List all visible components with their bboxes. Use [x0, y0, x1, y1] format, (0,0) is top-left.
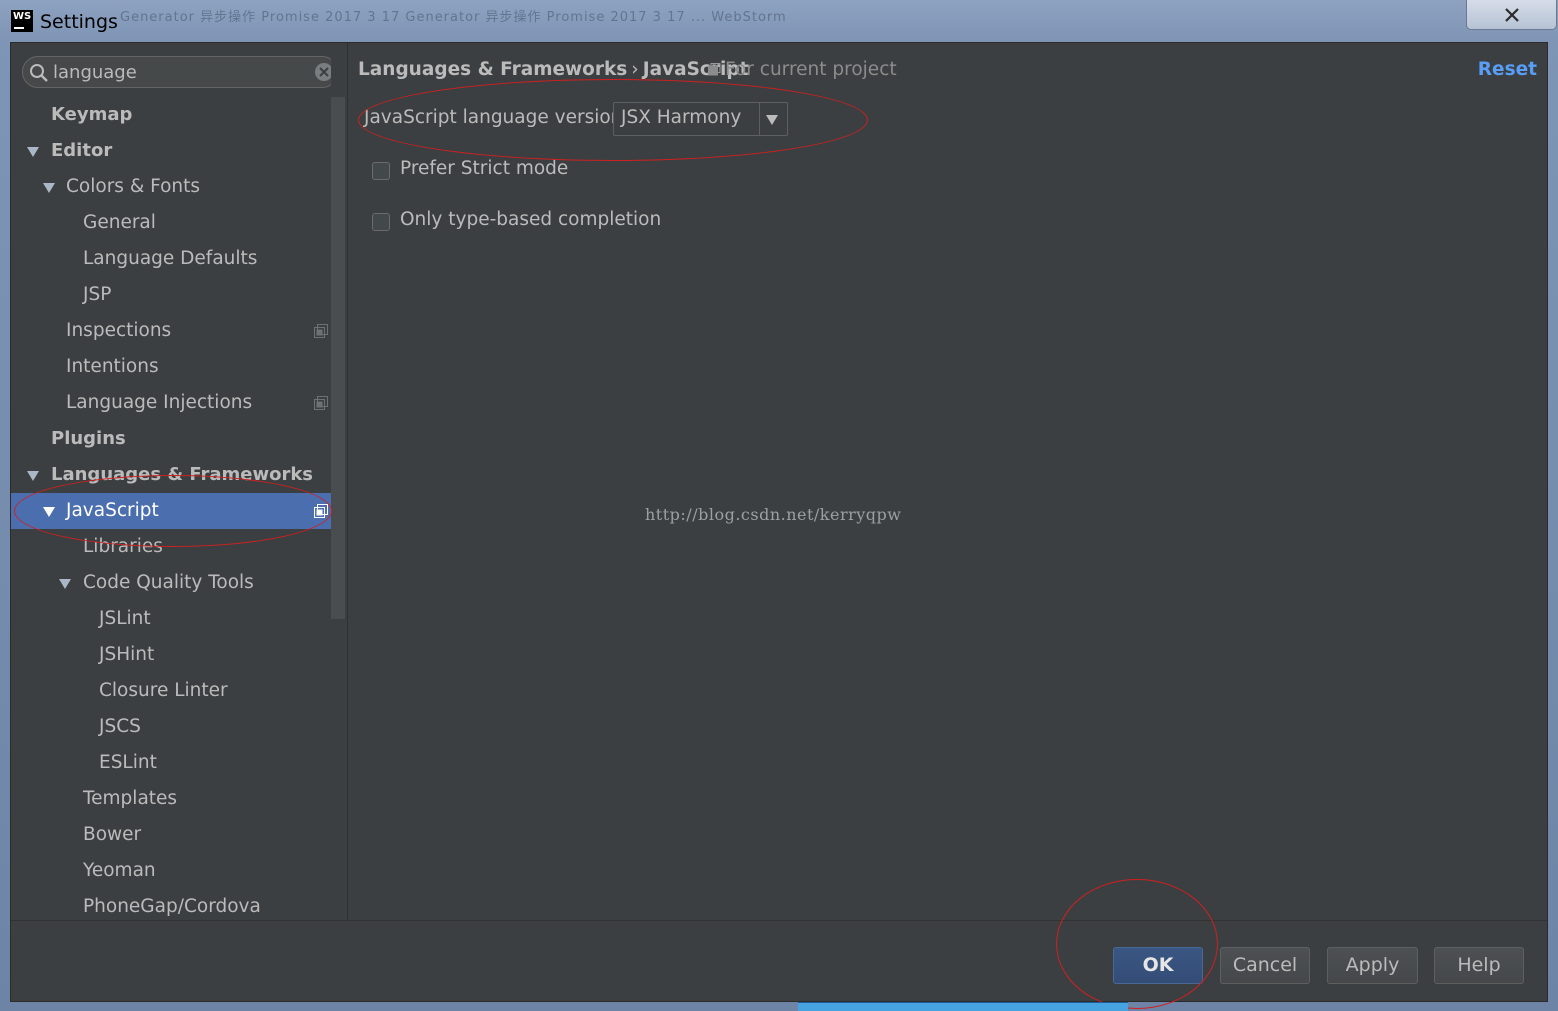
- expand-arrow-icon[interactable]: [43, 183, 55, 193]
- help-button[interactable]: Help: [1434, 947, 1524, 984]
- tree-item-label: Intentions: [66, 356, 159, 377]
- tree-item-jshint[interactable]: JSHint: [11, 637, 331, 673]
- tree-item-label: JSHint: [99, 644, 155, 665]
- project-scope-icon: [314, 504, 328, 518]
- tree-item-language-injections[interactable]: Language Injections: [11, 385, 331, 421]
- tree-item-label: Languages & Frameworks: [51, 464, 314, 485]
- window-title: Settings: [40, 11, 118, 33]
- js-version-label: JavaScript language version: [364, 107, 623, 128]
- project-scope-icon: [314, 324, 328, 338]
- chevron-down-icon: [766, 115, 778, 125]
- dropdown-divider: [759, 103, 760, 135]
- prefer-strict-checkbox[interactable]: [372, 162, 390, 180]
- tree-item-code-quality-tools[interactable]: Code Quality Tools: [11, 565, 331, 601]
- scope-note: For current project: [708, 59, 897, 80]
- tree-item-label: Language Injections: [66, 392, 253, 413]
- tree-item-libraries[interactable]: Libraries: [11, 529, 331, 565]
- tree-item-label: ESLint: [99, 752, 157, 773]
- tree-item-javascript[interactable]: JavaScript: [11, 493, 331, 529]
- tree-item-label: Plugins: [51, 428, 126, 449]
- tree-item-label: General: [83, 212, 156, 233]
- breadcrumb-parent: Languages & Frameworks: [358, 59, 628, 80]
- tree-item-keymap[interactable]: Keymap: [11, 97, 331, 133]
- settings-dialog-body: Keymap Editor Colors & Fonts General Languag…: [10, 42, 1548, 1002]
- breadcrumb-separator: ›: [631, 59, 639, 80]
- tree-item-label: Closure Linter: [99, 680, 228, 701]
- webstorm-logo-icon: WS: [11, 10, 33, 32]
- tree-item-label: Colors & Fonts: [66, 176, 201, 197]
- js-version-dropdown[interactable]: JSX Harmony: [613, 102, 788, 136]
- tree-item-colors-fonts[interactable]: Colors & Fonts: [11, 169, 331, 205]
- tree-item-label: JavaScript: [66, 500, 159, 521]
- tree-item-label: Bower: [83, 824, 142, 845]
- tree-item-jsp[interactable]: JSP: [11, 277, 331, 313]
- tree-item-intentions[interactable]: Intentions: [11, 349, 331, 385]
- tree-item-language-defaults[interactable]: Language Defaults: [11, 241, 331, 277]
- tree-item-label: Inspections: [66, 320, 172, 341]
- type-completion-label: Only type-based completion: [400, 209, 662, 230]
- window-close-button[interactable]: [1466, 0, 1557, 30]
- tree-item-label: Libraries: [83, 536, 163, 557]
- tree-item-label: Yeoman: [83, 860, 156, 881]
- search-icon: [30, 64, 48, 82]
- dialog-footer: OK Cancel Apply Help: [11, 921, 1547, 1001]
- expand-arrow-icon[interactable]: [27, 147, 39, 157]
- prefer-strict-label: Prefer Strict mode: [400, 158, 569, 179]
- tree-item-closure-linter[interactable]: Closure Linter: [11, 673, 331, 709]
- close-icon: [1505, 8, 1519, 22]
- tree-item-label: JSCS: [99, 716, 141, 737]
- project-scope-icon: [314, 396, 328, 410]
- settings-sidebar: Keymap Editor Colors & Fonts General Languag…: [11, 43, 347, 920]
- title-bar: WS Settings Generator 异步操作 Promise 2017 …: [0, 0, 1558, 42]
- tree-item-label: JSLint: [99, 608, 151, 629]
- tree-item-jslint[interactable]: JSLint: [11, 601, 331, 637]
- scope-note-text: For current project: [725, 59, 897, 80]
- expand-arrow-icon[interactable]: [59, 579, 71, 589]
- tree-item-inspections[interactable]: Inspections: [11, 313, 331, 349]
- watermark-text: http://blog.csdn.net/kerryqpw: [645, 505, 902, 524]
- tree-item-label: Keymap: [51, 104, 133, 125]
- taskbar-highlight: [798, 1003, 1128, 1011]
- reset-link[interactable]: Reset: [1478, 59, 1537, 80]
- sidebar-scrollbar[interactable]: [331, 97, 345, 619]
- apply-button[interactable]: Apply: [1327, 947, 1418, 984]
- tree-item-label: Templates: [83, 788, 178, 809]
- tree-item-templates[interactable]: Templates: [11, 781, 331, 817]
- tree-item-label: Code Quality Tools: [83, 572, 254, 593]
- search-box[interactable]: [22, 56, 338, 88]
- project-scope-icon: [708, 63, 721, 76]
- breadcrumb: Languages & Frameworks › JavaScript: [358, 59, 748, 80]
- settings-content-panel: Languages & Frameworks › JavaScript For cu…: [348, 43, 1547, 920]
- tree-item-label: JSP: [83, 284, 112, 305]
- search-input[interactable]: [53, 60, 303, 84]
- tree-item-plugins[interactable]: Plugins: [11, 421, 331, 457]
- tree-item-eslint[interactable]: ESLint: [11, 745, 331, 781]
- tree-item-yeoman[interactable]: Yeoman: [11, 853, 331, 889]
- tree-item-jscs[interactable]: JSCS: [11, 709, 331, 745]
- expand-arrow-icon[interactable]: [27, 471, 39, 481]
- tree-item-editor[interactable]: Editor: [11, 133, 331, 169]
- cancel-button[interactable]: Cancel: [1220, 947, 1310, 984]
- js-version-selected: JSX Harmony: [621, 107, 742, 128]
- tree-item-label: Language Defaults: [83, 248, 258, 269]
- ok-button[interactable]: OK: [1113, 947, 1203, 984]
- settings-window: WS Settings Generator 异步操作 Promise 2017 …: [0, 0, 1558, 1011]
- background-window-title: Generator 异步操作 Promise 2017 3 17 Generat…: [120, 10, 787, 25]
- type-completion-checkbox[interactable]: [372, 213, 390, 231]
- tree-item-bower[interactable]: Bower: [11, 817, 331, 853]
- tree-item-languages-frameworks[interactable]: Languages & Frameworks: [11, 457, 331, 493]
- tree-item-general[interactable]: General: [11, 205, 331, 241]
- settings-tree: Keymap Editor Colors & Fonts General Languag…: [11, 97, 331, 925]
- expand-arrow-icon[interactable]: [43, 507, 55, 517]
- tree-item-label: Editor: [51, 140, 113, 161]
